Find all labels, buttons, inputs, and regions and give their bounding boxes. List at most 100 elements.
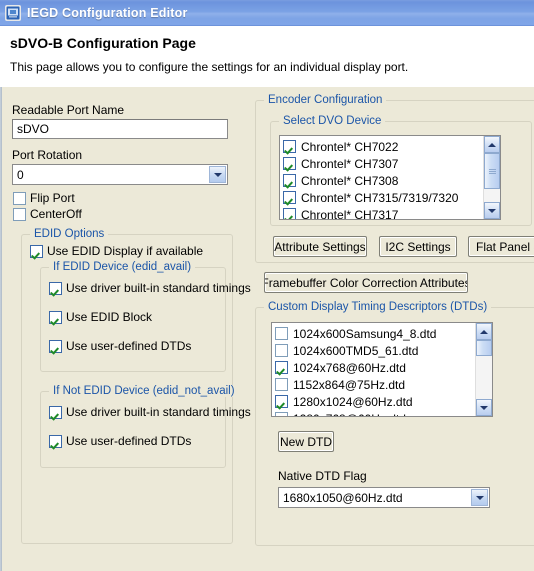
native-dtd-flag-value: 1680x1050@60Hz.dtd [283,490,403,505]
checkbox-box[interactable] [283,140,296,153]
dtd-list-scrollbar[interactable] [475,323,492,416]
checkbox-box[interactable] [275,327,288,340]
if-edid-user-dtds-checkbox[interactable]: Use user-defined DTDs [49,339,191,353]
if-not-edid-device-title: If Not EDID Device (edid_not_avail) [49,385,239,397]
page-header: sDVO-B Configuration Page This page allo… [0,26,534,74]
scroll-down-icon[interactable] [484,202,500,219]
list-item[interactable]: Chrontel* CH7317 [283,206,483,219]
checkbox-box[interactable] [275,395,288,408]
scroll-down-icon[interactable] [476,399,492,416]
scrollbar-track[interactable] [476,340,492,399]
edid-options-title: EDID Options [30,228,109,240]
if-not-edid-builtin-timings-checkbox[interactable]: Use driver built-in standard timings [49,405,251,419]
checkbox-box [49,339,62,353]
dvo-device-listbox[interactable]: Chrontel* CH7022 Chrontel* CH7307 Chront… [279,135,501,220]
grip-lines [488,168,496,175]
list-item-label: Chrontel* CH7317 [301,207,399,220]
list-item[interactable]: 1024x600TMD5_61.dtd [275,342,475,359]
if-edid-user-dtds-label: Use user-defined DTDs [66,339,192,353]
columns: Readable Port Name sDVO Port Rotation 0 … [2,87,534,571]
list-item[interactable]: 1024x768@60Hz.dtd [275,359,475,376]
window-title: IEGD Configuration Editor [27,6,188,20]
attribute-settings-button[interactable]: Attribute Settings [273,236,367,257]
if-edid-use-edid-block-label: Use EDID Block [66,310,153,324]
list-item[interactable]: Chrontel* CH7022 [283,138,483,155]
scroll-up-icon[interactable] [484,136,500,153]
scrollbar-thumb[interactable] [484,153,500,189]
if-edid-builtin-timings-checkbox[interactable]: Use driver built-in standard timings [49,281,251,295]
encoder-configuration-title: Encoder Configuration [264,94,387,106]
list-item[interactable]: Chrontel* CH7307 [283,155,483,172]
checkbox-box[interactable] [275,378,288,391]
dtd-list: 1024x600Samsung4_8.dtd 1024x600TMD5_61.d… [272,323,475,416]
list-item[interactable]: Chrontel* CH7315/7319/7320 [283,189,483,206]
edid-options-group: EDID Options Use EDID Display if availab… [21,228,251,544]
list-item-label: Chrontel* CH7307 [301,156,399,171]
checkbox-box[interactable] [283,208,296,219]
list-item-label: Chrontel* CH7315/7319/7320 [301,190,459,205]
if-not-edid-user-dtds-label: Use user-defined DTDs [66,434,192,448]
list-item-label: 1024x600TMD5_61.dtd [293,343,419,358]
scroll-up-icon[interactable] [476,323,492,340]
page-title: sDVO-B Configuration Page [10,35,196,51]
centeroff-label: CenterOff [30,207,82,221]
if-edid-device-title: If EDID Device (edid_avail) [49,261,196,273]
flip-port-checkbox[interactable]: Flip Port [13,191,75,205]
checkbox-box [49,434,62,448]
checkbox-box [13,207,26,221]
if-not-edid-user-dtds-checkbox[interactable]: Use user-defined DTDs [49,434,191,448]
readable-port-name-input[interactable]: sDVO [12,119,228,139]
list-item-label: 1024x600Samsung4_8.dtd [293,326,437,341]
port-rotation-value: 0 [17,167,24,182]
encoder-configuration-group: Encoder Configuration Select DVO Device … [255,94,534,263]
checkbox-box[interactable] [283,174,296,187]
native-dtd-flag-select[interactable]: 1680x1050@60Hz.dtd [278,487,490,508]
dvo-list-scrollbar[interactable] [483,136,500,219]
list-item[interactable]: 1024x600Samsung4_8.dtd [275,325,475,342]
use-edid-display-checkbox[interactable]: Use EDID Display if available [30,244,203,258]
configuration-surface: Readable Port Name sDVO Port Rotation 0 … [0,86,534,571]
select-dvo-device-group: Select DVO Device Chrontel* CH7022 Chron… [270,115,532,226]
list-item-label: 1280x1024@60Hz.dtd [293,394,413,409]
checkbox-box[interactable] [283,157,296,170]
select-dvo-device-title: Select DVO Device [279,115,386,127]
if-edid-use-edid-block-checkbox[interactable]: Use EDID Block [49,310,152,324]
chevron-down-icon[interactable] [209,166,226,183]
checkbox-box[interactable] [275,361,288,374]
centeroff-checkbox[interactable]: CenterOff [13,207,82,221]
if-not-edid-device-group: If Not EDID Device (edid_not_avail) Use … [40,385,251,468]
list-item[interactable]: 1280x768@60Hz.dtd [275,410,475,416]
flat-panel-settings-button[interactable]: Flat Panel Se [468,236,534,257]
dvo-device-list: Chrontel* CH7022 Chrontel* CH7307 Chront… [280,136,483,219]
page-description: This page allows you to configure the se… [10,60,409,74]
custom-dtds-title: Custom Display Timing Descriptors (DTDs) [264,301,492,313]
app-icon [5,5,21,21]
list-item-label: Chrontel* CH7022 [301,139,399,154]
list-item-label: 1152x864@75Hz.dtd [293,377,406,392]
list-item[interactable]: 1152x864@75Hz.dtd [275,376,475,393]
checkbox-box [13,191,26,205]
checkbox-box[interactable] [275,344,288,357]
checkbox-box [30,244,43,258]
list-item-label: 1280x768@60Hz.dtd [293,412,406,417]
scrollbar-track[interactable] [484,153,500,202]
if-edid-device-group: If EDID Device (edid_avail) Use driver b… [40,261,251,372]
i2c-settings-button[interactable]: I2C Settings [379,236,457,257]
checkbox-box[interactable] [283,191,296,204]
new-dtd-button[interactable]: New DTD [278,431,334,452]
checkbox-box [49,310,62,324]
checkbox-box[interactable] [275,412,288,416]
checkbox-box [49,405,62,419]
window-titlebar: IEGD Configuration Editor [0,0,534,26]
framebuffer-color-correction-button[interactable]: Framebuffer Color Correction Attributes [264,272,468,293]
scrollbar-thumb[interactable] [476,340,492,356]
list-item[interactable]: Chrontel* CH7308 [283,172,483,189]
port-rotation-label: Port Rotation [12,148,83,162]
custom-dtds-group: Custom Display Timing Descriptors (DTDs)… [255,301,534,546]
chevron-down-icon[interactable] [471,489,488,506]
native-dtd-flag-label: Native DTD Flag [278,469,367,483]
dtd-listbox[interactable]: 1024x600Samsung4_8.dtd 1024x600TMD5_61.d… [271,322,493,417]
readable-port-name-label: Readable Port Name [12,103,125,117]
list-item[interactable]: 1280x1024@60Hz.dtd [275,393,475,410]
port-rotation-select[interactable]: 0 [12,164,228,185]
